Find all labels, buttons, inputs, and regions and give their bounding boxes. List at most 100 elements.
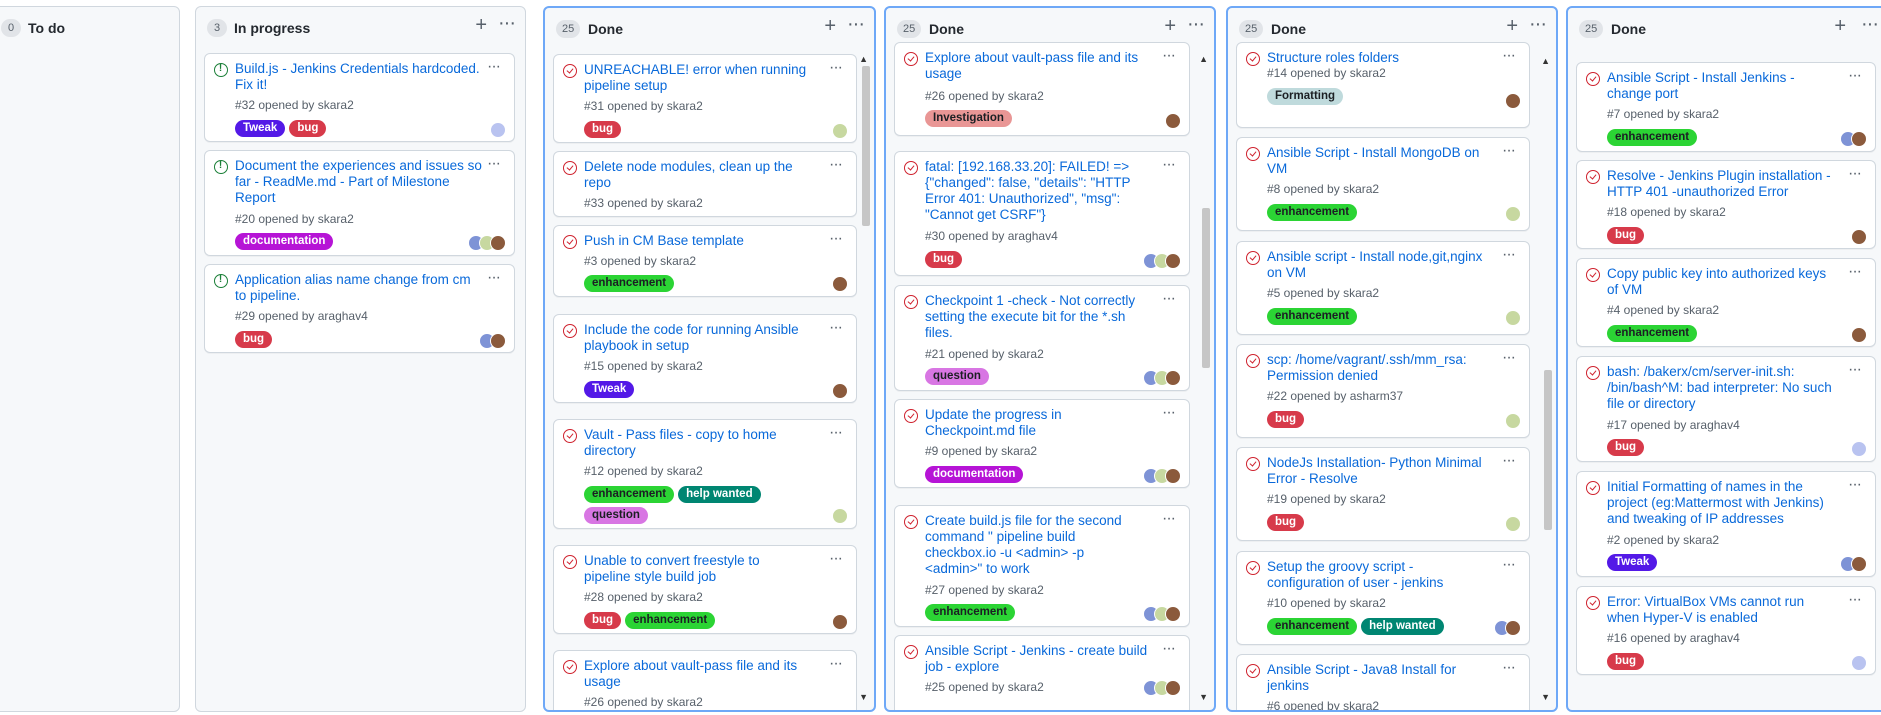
issue-card[interactable]: Build.js - Jenkins Credentials hardcoded…: [204, 53, 515, 142]
issue-title-link[interactable]: Update the progress in Checkpoint.md fil…: [925, 407, 1150, 439]
avatar[interactable]: [1505, 310, 1521, 326]
issue-title-link[interactable]: fatal: [192.168.33.20]: FAILED! => {"cha…: [925, 159, 1135, 223]
label-tweak[interactable]: Tweak: [235, 120, 286, 137]
issue-title-link[interactable]: bash: /bakerx/cm/server-init.sh: /bin/ba…: [1607, 364, 1832, 412]
issue-card[interactable]: Structure roles folders ··· #14 opened b…: [1236, 42, 1530, 128]
issue-title-link[interactable]: Copy public key into authorized keys of …: [1607, 266, 1832, 298]
avatar[interactable]: [1165, 606, 1181, 622]
label-enhancement[interactable]: enhancement: [1267, 618, 1358, 635]
column-menu-button[interactable]: ···: [1861, 14, 1879, 34]
card-menu-button[interactable]: ···: [1502, 246, 1516, 264]
add-card-button[interactable]: +: [1834, 16, 1846, 36]
scroll-down-arrow[interactable]: ▼: [1199, 692, 1208, 702]
card-menu-button[interactable]: ···: [1502, 556, 1516, 574]
label-tweak[interactable]: Tweak: [1607, 554, 1658, 571]
label-enhancement[interactable]: enhancement: [1267, 308, 1358, 325]
issue-title-link[interactable]: Explore about vault-pass file and its us…: [925, 50, 1150, 82]
issue-card[interactable]: fatal: [192.168.33.20]: FAILED! => {"cha…: [894, 151, 1190, 276]
avatar[interactable]: [1505, 620, 1521, 636]
card-menu-button[interactable]: ···: [1848, 361, 1862, 379]
label-investigation[interactable]: Investigation: [925, 110, 1012, 127]
issue-title-link[interactable]: Ansible Script - Install Jenkins - chang…: [1607, 70, 1832, 102]
issue-card[interactable]: UNREACHABLE! error when running pipeline…: [553, 54, 857, 143]
issue-card[interactable]: Application alias name change from cm to…: [204, 264, 515, 353]
scrollbar-thumb[interactable]: [1202, 208, 1210, 368]
issue-card[interactable]: Ansible Script - Install Jenkins - chang…: [1576, 62, 1876, 152]
issue-title-link[interactable]: Create build.js file for the second comm…: [925, 513, 1130, 577]
card-menu-button[interactable]: ···: [1162, 404, 1176, 422]
label-enhancement[interactable]: enhancement: [625, 612, 716, 629]
label-documentation[interactable]: documentation: [235, 233, 334, 250]
issue-title-link[interactable]: Initial Formatting of names in the proje…: [1607, 479, 1832, 527]
issue-card[interactable]: Explore about vault-pass file and its us…: [894, 42, 1190, 136]
scrollbar-thumb[interactable]: [1544, 370, 1552, 530]
issue-title-link[interactable]: Ansible Script - Jenkins - create build …: [925, 643, 1150, 675]
avatar[interactable]: [832, 383, 848, 399]
card-menu-button[interactable]: ···: [829, 319, 843, 337]
card-menu-button[interactable]: ···: [1848, 67, 1862, 85]
avatar[interactable]: [1165, 468, 1181, 484]
avatar[interactable]: [1505, 206, 1521, 222]
card-menu-button[interactable]: ···: [1162, 290, 1176, 308]
card-menu-button[interactable]: ···: [829, 655, 843, 673]
card-menu-button[interactable]: ···: [829, 424, 843, 442]
issue-card[interactable]: Error: VirtualBox VMs cannot run when Hy…: [1576, 586, 1876, 675]
issue-title-link[interactable]: Vault - Pass files - copy to home direct…: [584, 427, 809, 459]
issue-title-link[interactable]: Application alias name change from cm to…: [235, 272, 485, 304]
issue-card[interactable]: Initial Formatting of names in the proje…: [1576, 471, 1876, 577]
label-enhancement[interactable]: enhancement: [1607, 129, 1698, 146]
issue-title-link[interactable]: Ansible Script - Install MongoDB on VM: [1267, 145, 1492, 177]
scroll-up-arrow[interactable]: ▲: [1199, 54, 1208, 64]
avatar[interactable]: [1505, 413, 1521, 429]
label-bug[interactable]: bug: [235, 331, 273, 348]
card-menu-button[interactable]: ···: [487, 269, 501, 287]
label-help-wanted[interactable]: help wanted: [678, 486, 761, 503]
issue-card[interactable]: Ansible Script - Java8 Install for jenki…: [1236, 654, 1530, 710]
avatar[interactable]: [490, 122, 506, 138]
issue-card[interactable]: Vault - Pass files - copy to home direct…: [553, 419, 857, 529]
label-bug[interactable]: bug: [1267, 411, 1305, 428]
avatar[interactable]: [1505, 93, 1521, 109]
avatar[interactable]: [1165, 680, 1181, 696]
card-menu-button[interactable]: ···: [1162, 640, 1176, 658]
label-bug[interactable]: bug: [925, 251, 963, 268]
scroll-up-arrow[interactable]: ▲: [859, 54, 868, 64]
issue-title-link[interactable]: Resolve - Jenkins Plugin installation - …: [1607, 168, 1832, 200]
card-menu-button[interactable]: ···: [1502, 142, 1516, 160]
add-card-button[interactable]: +: [475, 15, 487, 35]
issue-title-link[interactable]: Include the code for running Ansible pla…: [584, 322, 809, 354]
add-card-button[interactable]: +: [1506, 16, 1518, 36]
issue-title-link[interactable]: Error: VirtualBox VMs cannot run when Hy…: [1607, 594, 1832, 626]
card-menu-button[interactable]: ···: [829, 550, 843, 568]
avatar[interactable]: [832, 614, 848, 630]
issue-card[interactable]: NodeJs Installation- Python Minimal Erro…: [1236, 447, 1530, 541]
card-menu-button[interactable]: ···: [1162, 47, 1176, 65]
label-bug[interactable]: bug: [289, 120, 327, 137]
issue-card[interactable]: Setup the groovy script - configuration …: [1236, 551, 1530, 645]
card-menu-button[interactable]: ···: [1848, 165, 1862, 183]
card-menu-button[interactable]: ···: [829, 230, 843, 248]
label-bug[interactable]: bug: [1607, 227, 1645, 244]
issue-title-link[interactable]: Explore about vault-pass file and its us…: [584, 658, 809, 690]
issue-card[interactable]: Unable to convert freestyle to pipeline …: [553, 545, 857, 634]
card-menu-button[interactable]: ···: [1502, 452, 1516, 470]
label-bug[interactable]: bug: [1607, 653, 1645, 670]
issue-card[interactable]: scp: /home/vagrant/.ssh/mm_rsa: Permissi…: [1236, 344, 1530, 438]
label-enhancement[interactable]: enhancement: [1267, 204, 1358, 221]
column-menu-button[interactable]: ···: [498, 13, 516, 33]
column-menu-button[interactable]: ···: [1529, 14, 1547, 34]
issue-card[interactable]: Explore about vault-pass file and its us…: [553, 650, 857, 710]
issue-card[interactable]: bash: /bakerx/cm/server-init.sh: /bin/ba…: [1576, 356, 1876, 462]
avatar[interactable]: [1165, 113, 1181, 129]
label-question[interactable]: question: [584, 507, 648, 524]
avatar[interactable]: [832, 508, 848, 524]
avatar[interactable]: [1851, 327, 1867, 343]
card-menu-button[interactable]: ···: [1848, 591, 1862, 609]
card-menu-button[interactable]: ···: [1502, 349, 1516, 367]
label-bug[interactable]: bug: [1607, 439, 1645, 456]
label-enhancement[interactable]: enhancement: [584, 275, 675, 292]
label-bug[interactable]: bug: [1267, 514, 1305, 531]
avatar[interactable]: [1851, 655, 1867, 671]
label-enhancement[interactable]: enhancement: [1607, 325, 1698, 342]
card-menu-button[interactable]: ···: [1848, 476, 1862, 494]
